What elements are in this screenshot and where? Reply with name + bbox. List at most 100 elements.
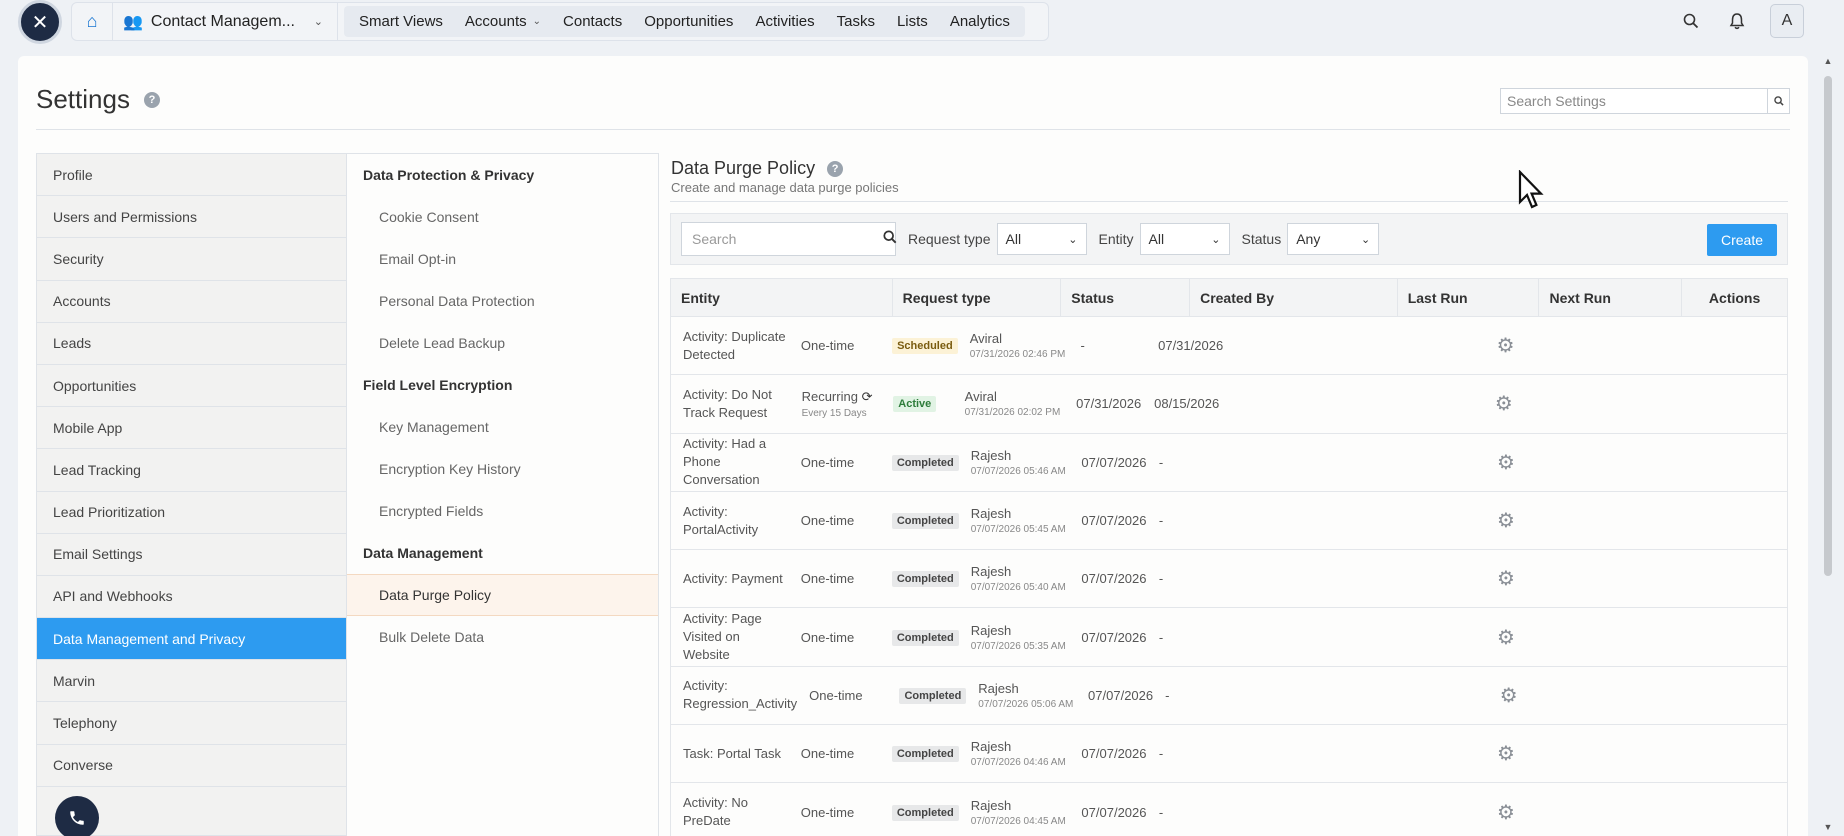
sidebar-item-api-and-webhooks[interactable]: API and Webhooks [37, 576, 346, 619]
column-header-last-run[interactable]: Last Run [1398, 278, 1540, 317]
scroll-down-arrow-icon[interactable]: ▼ [1822, 822, 1834, 836]
sidebar-item-telephony[interactable]: Telephony [37, 702, 346, 745]
cell-entity: Activity: No PreDate [683, 795, 749, 829]
submenu-item-encryption-key-history[interactable]: Encryption Key History [347, 448, 658, 490]
submenu-item-email-opt-in[interactable]: Email Opt-in [347, 238, 658, 280]
create-button[interactable]: Create [1707, 224, 1777, 256]
sidebar-item-opportunities[interactable]: Opportunities [37, 365, 346, 408]
sidebar-item-profile[interactable]: Profile [37, 154, 346, 197]
table-row[interactable]: Activity: Had a Phone Conversation One-t… [671, 433, 1787, 492]
created-by-date: 07/07/2026 05:35 AM [970, 640, 1066, 652]
table-row[interactable]: Activity: PortalActivity One-time Comple… [671, 491, 1787, 551]
cell-entity: Activity: PortalActivity [683, 503, 759, 537]
sidebar-item-lead-prioritization[interactable]: Lead Prioritization [37, 492, 346, 534]
column-header-next-run[interactable]: Next Run [1539, 278, 1683, 317]
gear-icon[interactable]: ⚙ [1225, 625, 1787, 650]
cell-created-by: Rajesh 07/07/2026 05:06 AM [966, 681, 1076, 710]
cell-status: Completed [880, 454, 959, 471]
created-by-name: Rajesh [970, 564, 1012, 580]
request-type-select[interactable]: All ⌄ [996, 223, 1087, 255]
nav-contacts[interactable]: Contacts [552, 6, 633, 37]
cell-next-run: - [1158, 513, 1164, 529]
gear-icon[interactable]: ⚙ [1230, 683, 1787, 708]
page-scrollbar[interactable]: ▲ ▼ [1822, 56, 1834, 836]
app-switcher[interactable]: 👥 Contact Managem... ⌄ [112, 2, 338, 41]
column-header-created-by[interactable]: Created By [1190, 278, 1398, 317]
submenu-item-data-purge-policy[interactable]: Data Purge Policy [347, 574, 658, 616]
status-select[interactable]: Any ⌄ [1287, 223, 1380, 255]
cell-created-by: Rajesh 07/07/2026 05:40 AM [959, 564, 1070, 593]
nav-accounts[interactable]: Accounts ⌄ [454, 6, 552, 37]
sidebar-item-data-management-and-privacy[interactable]: Data Management and Privacy [37, 618, 346, 661]
nav-lists[interactable]: Lists [886, 6, 939, 37]
sidebar-item-lead-tracking[interactable]: Lead Tracking [37, 449, 346, 492]
settings-sidebar: Profile Users and Permissions Security A… [36, 153, 347, 836]
nav-tasks[interactable]: Tasks [826, 6, 886, 37]
scroll-up-arrow-icon[interactable]: ▲ [1822, 56, 1834, 70]
table-header: Entity Request type Status Created By La… [671, 278, 1787, 317]
chevron-down-icon: ⌄ [532, 16, 542, 27]
search-icon[interactable] [1678, 8, 1704, 34]
gear-icon[interactable]: ⚙ [1225, 508, 1787, 533]
home-icon[interactable]: ⌂ [72, 2, 112, 41]
column-header-entity[interactable]: Entity [671, 278, 893, 317]
submenu-item-delete-lead-backup[interactable]: Delete Lead Backup [347, 322, 658, 364]
avatar[interactable]: A [1770, 4, 1804, 38]
search-icon[interactable] [1767, 89, 1789, 113]
submenu-item-encrypted-fields[interactable]: Encrypted Fields [347, 490, 658, 532]
gear-icon[interactable]: ⚙ [1225, 800, 1787, 825]
cell-request-type: One-time [789, 571, 880, 586]
sidebar-item-mobile-app[interactable]: Mobile App [37, 407, 346, 450]
sidebar-item-marvin[interactable]: Marvin [37, 660, 346, 703]
table-row[interactable]: Activity: No PreDate One-time Completed … [671, 783, 1787, 836]
bell-icon[interactable] [1724, 8, 1750, 34]
phone-icon[interactable] [55, 796, 99, 836]
gear-icon[interactable]: ⚙ [1225, 741, 1787, 766]
table-row[interactable]: Activity: Payment One-time Completed Raj… [671, 550, 1787, 609]
created-by-name: Rajesh [970, 797, 1012, 813]
search-settings-input[interactable] [1501, 89, 1767, 113]
table-row[interactable]: Activity: Page Visited on Website One-ti… [671, 608, 1787, 667]
app-switcher-label: Contact Managem... [150, 12, 295, 30]
help-icon[interactable]: ? [827, 160, 844, 177]
search-icon[interactable] [883, 230, 897, 248]
sidebar-item-leads[interactable]: Leads [37, 323, 346, 365]
sidebar-item-accounts[interactable]: Accounts [37, 281, 346, 323]
gear-icon[interactable]: ⚙ [1224, 333, 1787, 358]
status-label: Status [1241, 231, 1282, 247]
cell-last-run: 07/07/2026 [1088, 687, 1154, 703]
table-row[interactable]: Activity: Duplicate Detected One-time Sc… [671, 317, 1787, 376]
status-badge: Completed [891, 746, 959, 763]
submenu-heading: Field Level Encryption [363, 377, 513, 393]
gear-icon[interactable]: ⚙ [1225, 566, 1787, 591]
sidebar-item-security[interactable]: Security [37, 238, 346, 281]
scrollbar-thumb[interactable] [1824, 76, 1832, 576]
column-header-request-type[interactable]: Request type [893, 278, 1062, 317]
nav-smart-views[interactable]: Smart Views [348, 6, 454, 37]
submenu-item-cookie-consent[interactable]: Cookie Consent [347, 196, 658, 238]
gear-icon[interactable]: ⚙ [1221, 391, 1787, 416]
nav-activities[interactable]: Activities [744, 6, 825, 37]
search-input[interactable] [682, 231, 883, 247]
submenu-item-personal-data-protection[interactable]: Personal Data Protection [347, 280, 658, 322]
submenu-item-key-management[interactable]: Key Management [347, 406, 658, 448]
help-icon[interactable]: ? [143, 91, 160, 108]
submenu-item-bulk-delete-data[interactable]: Bulk Delete Data [347, 616, 658, 658]
app-logo[interactable]: ✕ [18, 0, 62, 44]
sidebar-item-email-settings[interactable]: Email Settings [37, 534, 346, 576]
cell-next-run: - [1165, 687, 1170, 703]
sidebar-item-users-and-permissions[interactable]: Users and Permissions [37, 196, 346, 239]
entity-select[interactable]: All ⌄ [1139, 223, 1230, 255]
search-box [681, 222, 897, 256]
table-row[interactable]: Task: Portal Task One-time Completed Raj… [671, 725, 1787, 784]
gear-icon[interactable]: ⚙ [1225, 450, 1787, 475]
cell-entity: Activity: Regression_Activity [683, 678, 798, 712]
nav-opportunities[interactable]: Opportunities [633, 6, 744, 37]
table-row[interactable]: Activity: Do Not Track Request Recurring… [671, 375, 1787, 434]
nav-analytics[interactable]: Analytics [939, 6, 1021, 37]
table-row[interactable]: Activity: Regression_Activity One-time C… [671, 666, 1787, 726]
nav-label: Opportunities [644, 13, 734, 30]
sidebar-item-converse[interactable]: Converse [37, 745, 346, 787]
column-header-status[interactable]: Status [1061, 278, 1191, 317]
filter-bar: Request type All ⌄ Entity All ⌄ Status A… [670, 213, 1788, 265]
